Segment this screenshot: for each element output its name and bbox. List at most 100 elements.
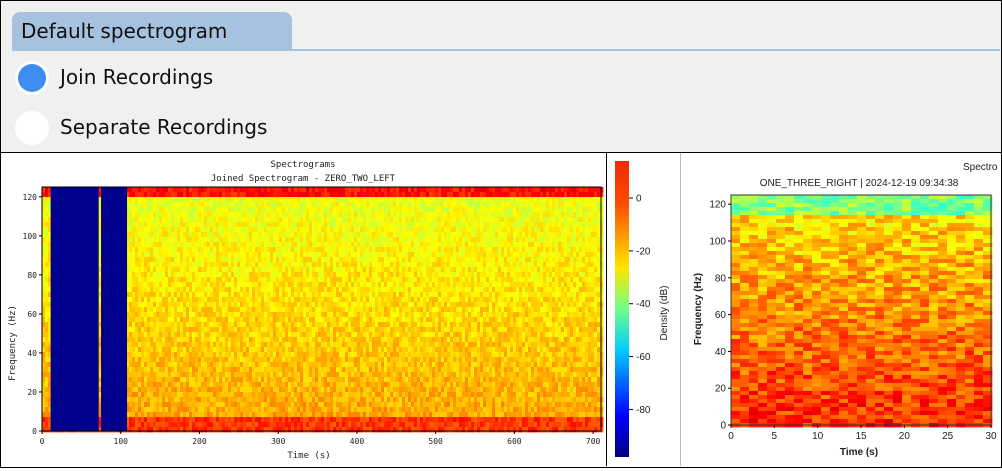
radio-button-selected[interactable] (15, 61, 49, 95)
chart1-cell (288, 292, 291, 297)
chart1-cell (510, 267, 513, 272)
chart1-cell (234, 187, 237, 192)
chart1-cell (183, 237, 186, 242)
chart1-cell (372, 192, 375, 197)
chart1-cell (564, 197, 567, 202)
chart1-cell (483, 222, 486, 227)
chart1-cell (219, 307, 222, 312)
chart1-cell (174, 272, 177, 277)
chart1-cell (132, 267, 135, 272)
chart1-cell (465, 207, 468, 212)
chart1-cell (189, 252, 192, 257)
chart1-cell (474, 292, 477, 297)
chart1-cell (429, 222, 432, 227)
chart1-cell (255, 187, 258, 192)
chart1-cell (408, 252, 411, 257)
chart1-cell (219, 257, 222, 262)
chart1-cell (264, 287, 267, 292)
chart1-cell (387, 282, 390, 287)
chart1-cell (348, 207, 351, 212)
chart1-cell (381, 197, 384, 202)
chart1-cell (279, 247, 282, 252)
chart1-cell (594, 302, 597, 307)
chart1-cell (420, 292, 423, 297)
chart1-cell (489, 272, 492, 277)
chart1-cell (336, 202, 339, 207)
chart1-cell (507, 212, 510, 217)
chart1-cell (195, 297, 198, 302)
chart1-cell (309, 242, 312, 247)
chart1-cell (405, 252, 408, 257)
chart1-cell (537, 257, 540, 262)
chart1-cell (42, 252, 45, 257)
radio-button-unselected[interactable] (15, 111, 49, 145)
chart1-cell (135, 287, 138, 292)
chart1-cell (579, 272, 582, 277)
chart1-cell (357, 247, 360, 252)
chart1-cell (528, 312, 531, 317)
chart1-cell (147, 202, 150, 207)
chart1-cell (432, 307, 435, 312)
chart1-cell (441, 192, 444, 197)
chart1-cell (294, 222, 297, 227)
chart1-cell (513, 297, 516, 302)
chart1-cell (315, 217, 318, 222)
chart1-cell (360, 222, 363, 227)
chart1-cell (597, 232, 600, 237)
chart1-cell (393, 302, 396, 307)
chart1-cell (171, 242, 174, 247)
chart1-cell (405, 187, 408, 192)
chart1-cell (339, 237, 342, 242)
chart1-cell (159, 277, 162, 282)
chart1-cell (408, 287, 411, 292)
chart1-cell (405, 212, 408, 217)
chart1-cell (300, 302, 303, 307)
chart1-cell (513, 202, 516, 207)
chart1-cell (492, 292, 495, 297)
chart1-cell (390, 237, 393, 242)
chart1-cell (405, 202, 408, 207)
chart1-cell (594, 212, 597, 217)
chart1-cell (330, 227, 333, 232)
chart1-cell (312, 257, 315, 262)
chart1-cell (246, 237, 249, 242)
chart1-cell (357, 297, 360, 302)
chart1-cell (342, 297, 345, 302)
chart1-cell (360, 197, 363, 202)
tab-default-spectrogram[interactable]: Default spectrogram (12, 12, 292, 49)
chart1-cell (42, 277, 45, 282)
chart1-cell (444, 282, 447, 287)
chart1-cell (468, 232, 471, 237)
chart1-cell (519, 247, 522, 252)
chart1-cell (477, 307, 480, 312)
chart1-cell (573, 272, 576, 277)
chart1-cell (210, 297, 213, 302)
chart1-cell (357, 237, 360, 242)
chart1-cell (315, 197, 318, 202)
chart1-cell (210, 287, 213, 292)
chart1-cell (288, 267, 291, 272)
chart1-cell (501, 272, 504, 277)
chart1-cell (375, 202, 378, 207)
chart1-cell (324, 222, 327, 227)
chart1-cell (231, 302, 234, 307)
chart1-cell (204, 277, 207, 282)
chart1-cell (309, 297, 312, 302)
chart1-cell (165, 232, 168, 237)
chart1-cell (234, 302, 237, 307)
chart1-cell (570, 302, 573, 307)
chart1-cell (567, 307, 570, 312)
chart1-cell (174, 312, 177, 317)
chart1-cell (456, 217, 459, 222)
chart1-cell (150, 252, 153, 257)
chart1-cell (312, 197, 315, 202)
chart1-cell (582, 187, 585, 192)
chart1-cell (453, 237, 456, 242)
chart1-cell (273, 317, 276, 322)
chart1-cell (525, 217, 528, 222)
chart1-cell (444, 202, 447, 207)
chart1-cell (303, 297, 306, 302)
chart1-cell (300, 267, 303, 272)
chart1-cell (462, 207, 465, 212)
chart1-cell (252, 267, 255, 272)
